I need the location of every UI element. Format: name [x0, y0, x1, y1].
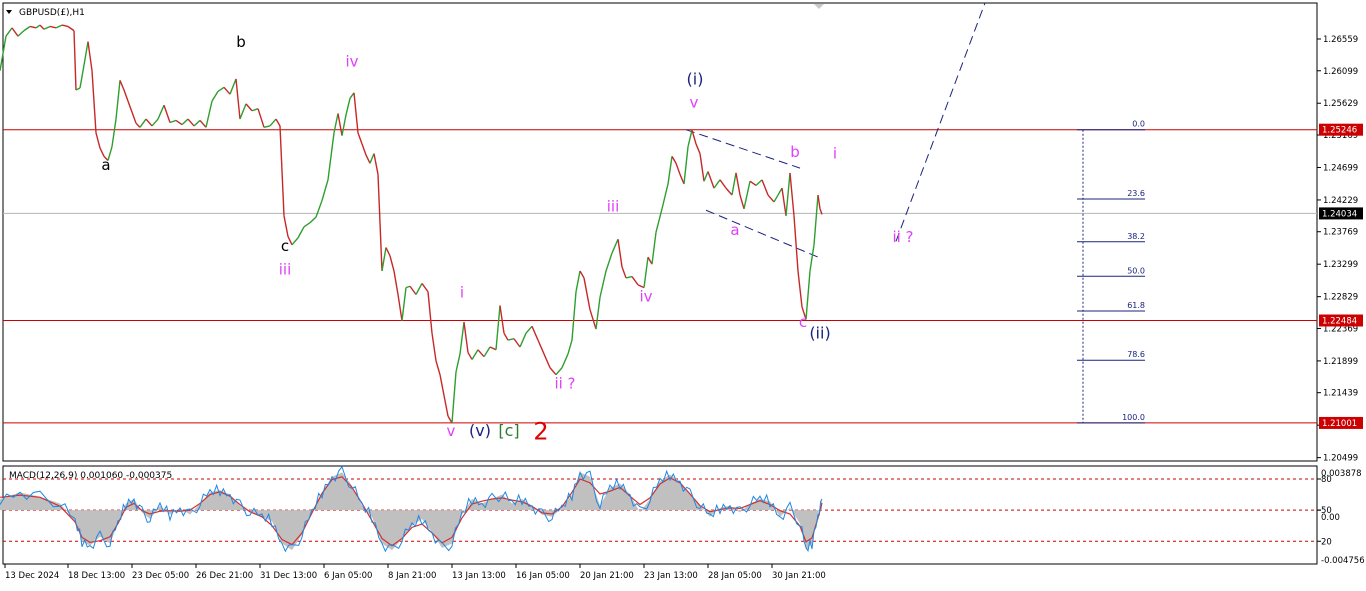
- fib-level-label: 78.6: [1127, 350, 1145, 359]
- fib-level-label: 61.8: [1127, 301, 1145, 310]
- indicator-pane-frame: [2, 465, 1318, 565]
- price-tick-label: 1.26099: [1323, 67, 1358, 77]
- wave-label: a: [101, 156, 110, 174]
- wave-label: (v): [469, 421, 491, 440]
- wave-label: (i): [687, 70, 704, 89]
- price-tick-label: 1.21899: [1323, 357, 1358, 367]
- price-tick-label: 1.24699: [1323, 163, 1358, 173]
- time-tick-label: 28 Jan 05:00: [708, 571, 762, 581]
- level-price-label: 1.22484: [1322, 316, 1357, 326]
- time-tick-label: 31 Dec 13:00: [260, 571, 317, 581]
- macd-bottom-label: -0.004756: [1321, 556, 1365, 566]
- wave-label: iv: [345, 53, 358, 71]
- fib-level-label: 0.0: [1132, 120, 1145, 129]
- time-tick-label: 8 Jan 21:00: [388, 571, 436, 581]
- wave-label: ii ?: [892, 228, 913, 246]
- time-tick-label: 26 Dec 21:00: [196, 571, 253, 581]
- time-axis: 13 Dec 2024 18 Dec 13:00 23 Dec 05:00 26 De…: [4, 564, 826, 581]
- time-tick-label: 23 Dec 05:00: [132, 571, 189, 581]
- price-tick-label: 1.24229: [1323, 196, 1358, 206]
- price-axis: 1.265591.260991.256291.251691.246991.242…: [1317, 35, 1363, 464]
- wave-label: iv: [639, 287, 652, 305]
- price-tick-label: 1.22829: [1323, 293, 1358, 303]
- time-tick-label: 20 Jan 21:00: [580, 571, 634, 581]
- wave-label: i: [833, 144, 837, 162]
- price-tick-label: 1.23299: [1323, 260, 1358, 270]
- time-tick-label: 23 Jan 13:00: [644, 571, 698, 581]
- wave-label: (ii): [809, 324, 830, 343]
- macd-level-label: 0.00: [1321, 513, 1340, 523]
- price-tick-label: 1.25629: [1323, 99, 1358, 109]
- wave-label: iii: [607, 198, 620, 216]
- wave-label: [c]: [498, 421, 519, 440]
- fib-level-label: 100.0: [1122, 413, 1145, 422]
- macd-title: MACD(12,26,9) 0.001060 -0.000375: [9, 471, 172, 481]
- current-price-label: 1.24034: [1322, 209, 1357, 219]
- time-tick-label: 6 Jan 05:00: [324, 571, 372, 581]
- price-tick-label: 1.26559: [1323, 35, 1358, 45]
- wave-label: 2: [533, 418, 548, 446]
- price-tick-label: 1.21439: [1323, 389, 1358, 399]
- time-tick-label: 18 Dec 13:00: [68, 571, 125, 581]
- level-price-label: 1.21001: [1322, 419, 1357, 429]
- wave-label: v: [447, 422, 456, 440]
- wave-label: b: [236, 33, 246, 51]
- time-tick-label: 30 Jan 21:00: [772, 571, 826, 581]
- wave-label: c: [799, 313, 807, 331]
- time-tick-label: 13 Jan 13:00: [452, 571, 506, 581]
- price-tick-label: 1.20499: [1323, 454, 1358, 464]
- level-price-label: 1.25246: [1322, 126, 1357, 136]
- macd-level-label: 20: [1321, 537, 1332, 547]
- chart-title: GBPUSD(£),H1: [19, 8, 85, 18]
- wave-label: b: [790, 143, 800, 161]
- time-tick-label: 13 Dec 2024: [5, 571, 59, 581]
- wave-label: v: [690, 93, 699, 111]
- wave-label: c: [281, 237, 289, 255]
- macd-level-label: 80: [1321, 475, 1332, 485]
- macd-axis: 0.003878-0.00475680500.0020: [1317, 469, 1365, 566]
- wave-label: a: [730, 221, 739, 239]
- wave-label: ii ?: [554, 374, 575, 392]
- chart-canvas[interactable]: GBPUSD(£),H1 0.0 23.6 38.2 50.0 61.8 78.6 100.…: [0, 0, 1366, 588]
- fib-level-label: 38.2: [1127, 232, 1145, 241]
- chart-window: GBPUSD(£),H1 0.0 23.6 38.2 50.0 61.8 78.6 100.…: [0, 0, 1366, 588]
- wave-label: i: [460, 283, 464, 301]
- fib-level-label: 23.6: [1127, 189, 1145, 198]
- price-pane-frame: [2, 2, 1318, 462]
- wave-label: iii: [279, 260, 292, 278]
- time-tick-label: 16 Jan 05:00: [516, 571, 570, 581]
- fib-level-label: 50.0: [1127, 266, 1145, 275]
- price-tick-label: 1.23769: [1323, 228, 1358, 238]
